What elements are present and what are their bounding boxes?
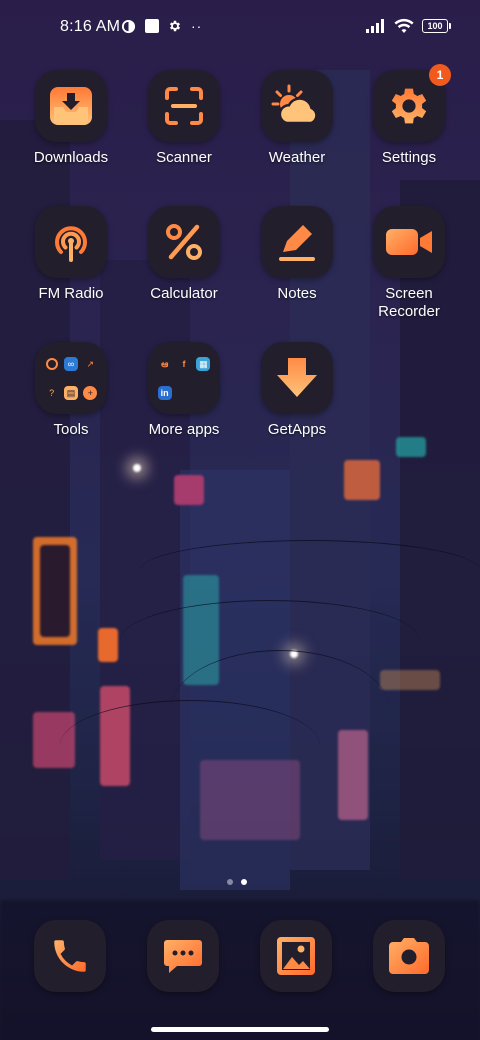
tool-app-icon: + bbox=[83, 385, 98, 400]
home-gesture-bar[interactable] bbox=[151, 1027, 329, 1032]
dock-messages[interactable] bbox=[147, 920, 219, 992]
more-app-icon: ▦ bbox=[196, 356, 211, 371]
download-arrow-icon bbox=[261, 342, 333, 414]
more-app-icon bbox=[196, 386, 210, 400]
scanner-icon bbox=[148, 70, 220, 142]
page-dot-active[interactable] bbox=[241, 879, 247, 885]
page-dot[interactable] bbox=[227, 879, 233, 885]
app-screen-recorder[interactable]: Screen Recorder bbox=[353, 206, 465, 321]
vpn-icon bbox=[121, 19, 136, 33]
wifi-icon bbox=[394, 18, 414, 33]
folder-more-apps[interactable]: ఆ f ▦ in More apps bbox=[128, 342, 240, 439]
clock: 8:16 AM bbox=[60, 18, 121, 35]
camera-icon bbox=[373, 920, 445, 992]
app-scanner[interactable]: Scanner bbox=[128, 70, 240, 167]
image-icon bbox=[260, 920, 332, 992]
dock-camera[interactable] bbox=[373, 920, 445, 992]
more-app-icon: ఆ bbox=[161, 358, 169, 369]
radio-broadcast-icon bbox=[35, 206, 107, 278]
tool-app-icon: ▤ bbox=[63, 385, 78, 400]
app-label: Tools bbox=[53, 421, 89, 438]
app-label: FM Radio bbox=[38, 285, 104, 302]
app-weather[interactable]: Weather bbox=[241, 70, 353, 167]
tool-app-icon: ? bbox=[49, 387, 55, 398]
app-notes[interactable]: Notes bbox=[241, 206, 353, 303]
more-app-icon: f bbox=[182, 358, 186, 369]
dock-gallery[interactable] bbox=[260, 920, 332, 992]
tool-app-icon bbox=[45, 357, 58, 370]
status-bar: 8:16 AM ·· 100 bbox=[0, 0, 480, 56]
folder-icon: ఆ f ▦ in bbox=[148, 342, 220, 414]
app-label: Notes bbox=[277, 285, 317, 302]
pencil-icon bbox=[261, 206, 333, 278]
app-label: Downloads bbox=[33, 149, 109, 166]
signal-icon bbox=[366, 18, 384, 33]
app-label: GetApps bbox=[267, 421, 327, 438]
more-app-icon bbox=[177, 386, 191, 400]
app-label: Screen Recorder bbox=[378, 285, 440, 320]
app-fm-radio[interactable]: FM Radio bbox=[15, 206, 127, 303]
percent-icon bbox=[148, 206, 220, 278]
square-notification-icon bbox=[145, 19, 159, 33]
app-label: Weather bbox=[268, 149, 326, 166]
more-dots-icon: ·· bbox=[191, 18, 203, 34]
app-label: Settings bbox=[381, 149, 437, 166]
message-icon bbox=[147, 920, 219, 992]
sun-cloud-icon bbox=[261, 70, 333, 142]
video-camera-icon bbox=[373, 206, 445, 278]
page-indicator[interactable] bbox=[227, 879, 247, 885]
more-app-icon: in bbox=[157, 385, 172, 400]
app-getapps[interactable]: GetApps bbox=[241, 342, 353, 439]
gear-icon: 1 bbox=[373, 64, 451, 142]
app-downloads[interactable]: Downloads bbox=[15, 70, 127, 167]
tool-app-icon: ↗ bbox=[86, 358, 95, 369]
app-label: Calculator bbox=[150, 285, 218, 302]
folder-tools[interactable]: ∞ ↗ ? ▤ + Tools bbox=[15, 342, 127, 439]
notification-badge: 1 bbox=[429, 64, 451, 86]
folder-icon: ∞ ↗ ? ▤ + bbox=[35, 342, 107, 414]
tool-app-icon: ∞ bbox=[63, 356, 78, 371]
phone-icon bbox=[34, 920, 106, 992]
app-settings[interactable]: 1 Settings bbox=[353, 64, 465, 167]
battery-icon: 100 bbox=[422, 18, 451, 33]
download-tray-icon bbox=[35, 70, 107, 142]
app-label: More apps bbox=[148, 421, 220, 438]
gear-icon bbox=[169, 20, 181, 32]
dock-phone[interactable] bbox=[34, 920, 106, 992]
app-label: Scanner bbox=[156, 149, 212, 166]
app-calculator[interactable]: Calculator bbox=[128, 206, 240, 303]
